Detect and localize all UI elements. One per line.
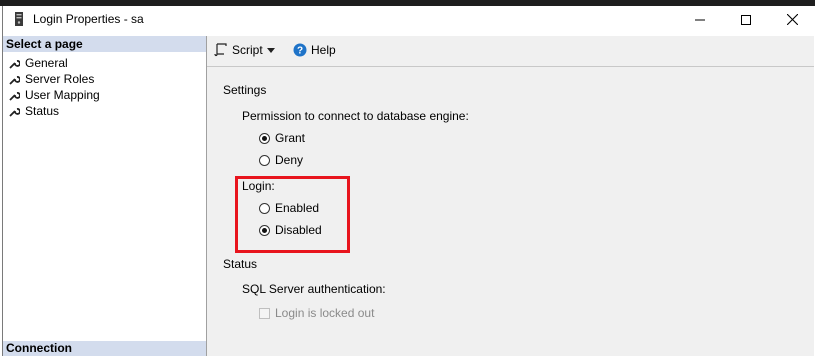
svg-text:?: ? [297, 46, 303, 57]
script-label: Script [232, 43, 263, 57]
status-heading: Status [223, 257, 258, 271]
disabled-radio-option[interactable]: Disabled [259, 223, 322, 237]
enabled-radio[interactable] [259, 202, 270, 214]
locked-out-checkbox-option: Login is locked out [259, 306, 374, 320]
wrench-icon [9, 59, 20, 69]
toolbar: Script ? Help [207, 36, 814, 66]
disabled-label: Disabled [275, 223, 322, 237]
grant-radio-option[interactable]: Grant [259, 131, 305, 145]
page-item-label: Status [25, 104, 60, 118]
script-button[interactable]: Script [214, 43, 275, 57]
connection-header: Connection [3, 341, 206, 356]
deny-radio-option[interactable]: Deny [259, 153, 303, 167]
minimize-icon [695, 19, 705, 20]
properties-pane: Script ? Help Settings Permission to con… [207, 36, 814, 356]
login-properties-window: Login Properties - sa Select a page Gene… [2, 6, 814, 356]
page-item-status[interactable]: Status [9, 103, 59, 119]
wrench-icon [9, 75, 20, 85]
page-item-general[interactable]: General [9, 55, 68, 71]
page-item-label: User Mapping [25, 88, 100, 102]
page-item-label: Server Roles [25, 72, 95, 86]
deny-radio[interactable] [259, 154, 270, 166]
grant-radio[interactable] [259, 132, 270, 144]
page-item-user-mapping[interactable]: User Mapping [9, 87, 100, 103]
toolbar-divider [207, 66, 814, 67]
page-item-label: General [25, 56, 68, 70]
help-button[interactable]: ? Help [293, 43, 336, 57]
deny-label: Deny [275, 153, 304, 167]
close-icon [786, 14, 798, 25]
grant-label: Grant [275, 131, 306, 145]
select-page-header: Select a page [3, 36, 206, 52]
chevron-down-icon[interactable] [266, 47, 275, 53]
minimize-button[interactable] [677, 6, 723, 33]
settings-heading: Settings [223, 83, 267, 97]
close-button[interactable] [769, 6, 815, 33]
title-bar[interactable]: Login Properties - sa [3, 6, 814, 33]
enabled-label: Enabled [275, 201, 320, 215]
help-icon: ? [293, 43, 307, 57]
permission-label: Permission to connect to database engine… [242, 109, 469, 123]
maximize-icon [741, 14, 751, 25]
locked-out-label: Login is locked out [275, 306, 375, 320]
login-label: Login: [242, 179, 275, 193]
locked-out-checkbox [259, 307, 270, 319]
wrench-icon [9, 107, 20, 117]
wrench-icon [9, 91, 20, 101]
maximize-button[interactable] [723, 6, 769, 33]
enabled-radio-option[interactable]: Enabled [259, 201, 319, 215]
page-selector-pane: Select a page General Server Roles User … [3, 36, 207, 356]
sql-auth-label: SQL Server authentication: [242, 282, 386, 296]
window-title: Login Properties - sa [33, 12, 144, 26]
page-item-server-roles[interactable]: Server Roles [9, 71, 94, 87]
disabled-radio[interactable] [259, 224, 270, 236]
server-app-icon [14, 12, 24, 26]
script-icon [214, 43, 227, 57]
help-label: Help [311, 43, 336, 57]
